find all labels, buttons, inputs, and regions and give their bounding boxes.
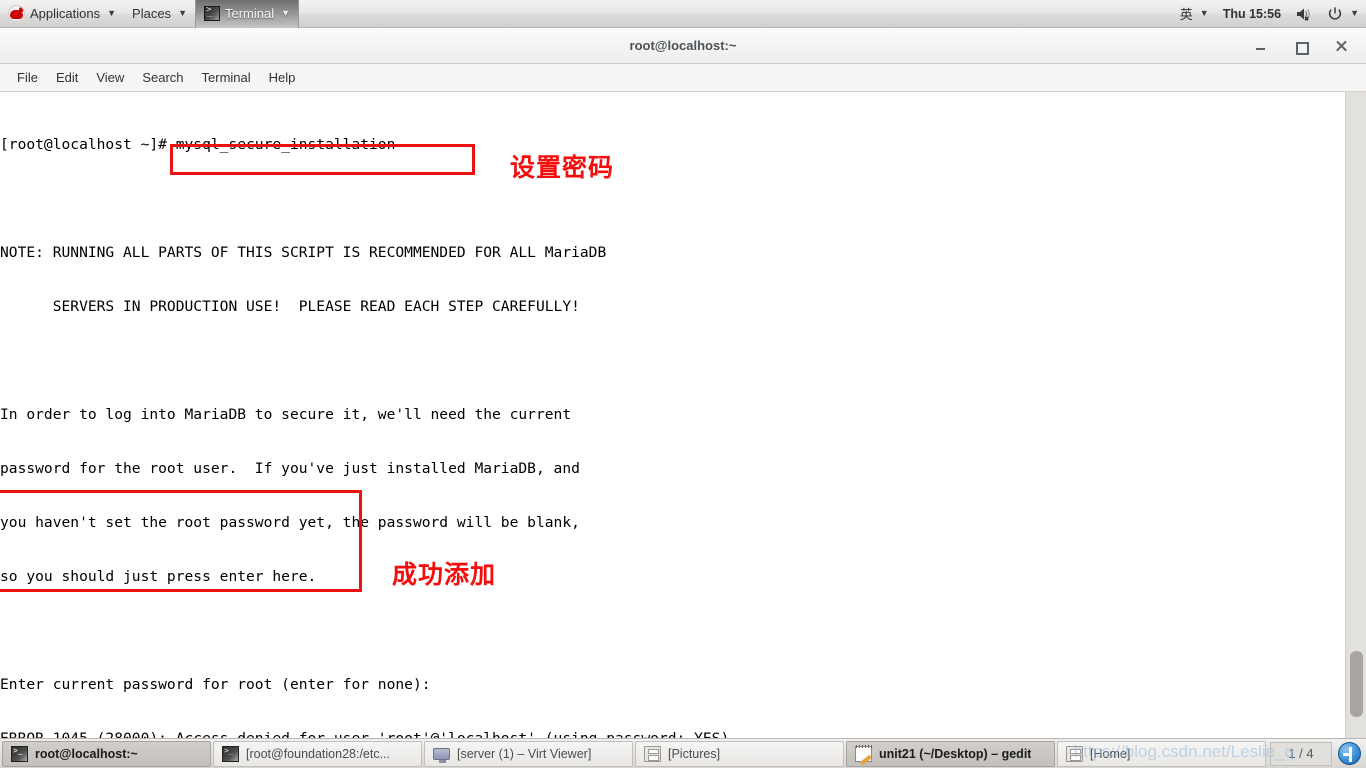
maximize-button[interactable] xyxy=(1294,39,1309,55)
taskbar-item-label: [Home] xyxy=(1090,746,1131,761)
terminal-line: password for the root user. If you've ju… xyxy=(0,460,580,477)
top-panel: Applications ▼ Places ▼ Terminal ▼ 英 ▼ T… xyxy=(0,0,1366,28)
taskbar-item-label: [Pictures] xyxy=(668,746,721,761)
terminal-scrollbar[interactable] xyxy=(1345,92,1366,738)
taskbar: root@localhost:~ [root@foundation28:/etc… xyxy=(0,738,1366,768)
window-controls xyxy=(1254,39,1366,55)
taskbar-item-terminal-root[interactable]: root@localhost:~ xyxy=(2,740,211,767)
folder-icon xyxy=(644,745,661,762)
taskbar-item-terminal-foundation[interactable]: [root@foundation28:/etc... xyxy=(213,740,422,767)
terminal-line: SERVERS IN PRODUCTION USE! PLEASE READ E… xyxy=(0,298,580,315)
chevron-down-icon: ▼ xyxy=(281,8,291,18)
clock[interactable]: Thu 15:56 xyxy=(1216,0,1288,28)
applications-menu[interactable]: Applications ▼ xyxy=(0,0,124,28)
menu-edit[interactable]: Edit xyxy=(47,68,87,87)
taskbar-item-pictures[interactable]: [Pictures] xyxy=(635,740,844,767)
terminal-line: NOTE: RUNNING ALL PARTS OF THIS SCRIPT I… xyxy=(0,244,607,261)
input-method-label: 英 xyxy=(1179,7,1193,22)
folder-icon xyxy=(1066,745,1083,762)
input-method-indicator[interactable]: 英 ▼ xyxy=(1173,0,1216,28)
terminal-icon xyxy=(203,5,220,21)
clock-label: Thu 15:56 xyxy=(1222,6,1282,21)
taskbar-item-virt-viewer[interactable]: [server (1) – Virt Viewer] xyxy=(424,740,633,767)
active-window-menu[interactable]: Terminal ▼ xyxy=(194,0,300,28)
terminal-line: Enter current password for root (enter f… xyxy=(0,676,431,693)
taskbar-item-label: [server (1) – Virt Viewer] xyxy=(457,746,592,761)
terminal-line: ERROR 1045 (28000): Access denied for us… xyxy=(0,730,1344,738)
workspace-label: 1 / 4 xyxy=(1288,746,1314,761)
workspace-switcher[interactable]: 1 / 4 xyxy=(1270,741,1332,766)
monitor-icon xyxy=(433,748,450,763)
volume-muted-icon[interactable] xyxy=(1288,0,1320,28)
terminal-icon xyxy=(222,745,239,762)
gedit-icon xyxy=(855,744,873,762)
annotation-label-set-password: 设置密码 xyxy=(510,153,615,182)
chevron-down-icon: ▼ xyxy=(178,8,187,18)
terminal-line: In order to log into MariaDB to secure i… xyxy=(0,406,572,423)
menu-search[interactable]: Search xyxy=(133,68,192,87)
places-menu-label: Places xyxy=(132,6,172,21)
minimize-button[interactable] xyxy=(1254,39,1268,53)
volume-muted-glyph xyxy=(1297,8,1310,21)
terminal-icon xyxy=(11,745,28,762)
blue-info-icon xyxy=(1337,742,1361,765)
annotation-label-success-added: 成功添加 xyxy=(392,560,497,589)
power-menu[interactable]: ▼ xyxy=(1320,0,1366,28)
applications-menu-label: Applications xyxy=(30,6,101,21)
chevron-down-icon: ▼ xyxy=(1350,8,1359,18)
close-button[interactable] xyxy=(1334,39,1348,53)
taskbar-item-gedit[interactable]: unit21 (~/Desktop) – gedit xyxy=(846,740,1055,767)
terminal-output-area[interactable]: [root@localhost ~]# mysql_secure_install… xyxy=(0,92,1366,738)
active-window-label: Terminal xyxy=(224,6,275,21)
taskbar-item-label: [root@foundation28:/etc... xyxy=(246,746,391,761)
menu-view[interactable]: View xyxy=(87,68,133,87)
terminal-line: you haven't set the root password yet, t… xyxy=(0,514,580,531)
scrollbar-thumb[interactable] xyxy=(1350,651,1363,717)
tray-notification-area[interactable] xyxy=(1336,741,1362,767)
menu-file[interactable]: File xyxy=(8,68,47,87)
power-icon xyxy=(1328,6,1342,20)
chevron-down-icon: ▼ xyxy=(107,8,117,18)
terminal-text: [root@localhost ~]# mysql_secure_install… xyxy=(0,100,1344,738)
taskbar-item-label: root@localhost:~ xyxy=(35,746,138,761)
redhat-logo-icon xyxy=(8,5,25,22)
window-title: root@localhost:~ xyxy=(629,38,737,53)
menubar: File Edit View Search Terminal Help xyxy=(0,64,1366,92)
terminal-line: [root@localhost ~]# mysql_secure_install… xyxy=(0,136,396,153)
taskbar-item-label: unit21 (~/Desktop) – gedit xyxy=(879,746,1032,761)
menu-help[interactable]: Help xyxy=(260,68,305,87)
menu-terminal[interactable]: Terminal xyxy=(193,68,260,87)
chevron-down-icon: ▼ xyxy=(1199,8,1209,18)
window-titlebar[interactable]: root@localhost:~ xyxy=(0,28,1366,64)
top-panel-right: 英 ▼ Thu 15:56 ▼ xyxy=(1173,0,1366,28)
terminal-line: so you should just press enter here. xyxy=(0,568,317,585)
places-menu[interactable]: Places ▼ xyxy=(124,0,195,28)
taskbar-item-home[interactable]: [Home] xyxy=(1057,740,1266,767)
terminal-window: root@localhost:~ File Edit View Search T… xyxy=(0,28,1366,738)
